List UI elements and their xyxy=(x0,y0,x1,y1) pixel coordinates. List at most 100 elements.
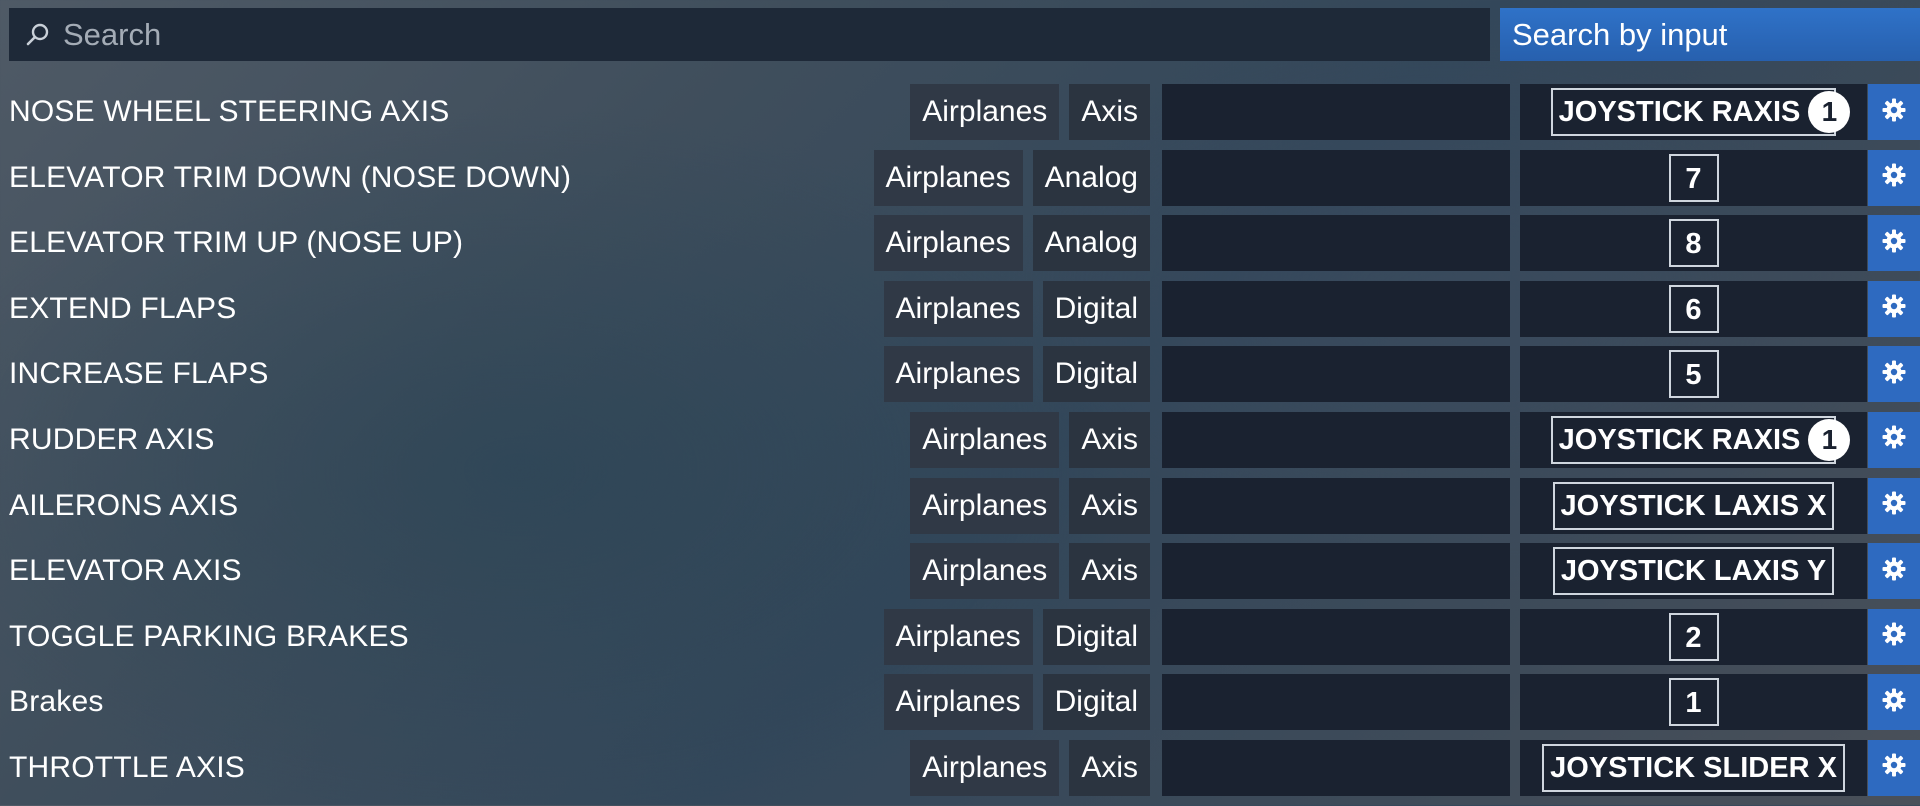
input-binding: 2 xyxy=(1668,612,1719,661)
binding-settings-button[interactable] xyxy=(1868,346,1920,403)
secondary-input-slot[interactable]: JOYSTICK RAXIS 1 xyxy=(1520,411,1867,468)
binding-row[interactable]: EXTEND FLAPS Airplanes Digital 6 xyxy=(0,280,1920,347)
secondary-input-slot[interactable]: 8 xyxy=(1520,215,1867,272)
primary-input-slot[interactable] xyxy=(1162,411,1510,468)
input-binding-label: 1 xyxy=(1685,687,1702,720)
input-binding-label: JOYSTICK RAXIS xyxy=(1558,423,1801,456)
category-tag: Airplanes xyxy=(910,411,1060,468)
action-name: THROTTLE AXIS xyxy=(9,750,245,784)
primary-input-slot[interactable] xyxy=(1162,608,1510,665)
binding-settings-button[interactable] xyxy=(1868,149,1920,206)
primary-input-slot[interactable] xyxy=(1162,215,1510,272)
binding-settings-button[interactable] xyxy=(1868,280,1920,337)
binding-settings-button[interactable] xyxy=(1868,739,1920,796)
primary-input-slot[interactable] xyxy=(1162,346,1510,403)
input-binding: 6 xyxy=(1668,284,1719,333)
binding-settings-button[interactable] xyxy=(1868,543,1920,600)
primary-input-slot[interactable] xyxy=(1162,674,1510,731)
input-binding: JOYSTICK LAXIS Y xyxy=(1552,547,1835,596)
binding-settings-button[interactable] xyxy=(1868,84,1920,140)
binding-settings-button[interactable] xyxy=(1868,674,1920,731)
secondary-input-slot[interactable]: 7 xyxy=(1520,149,1867,206)
primary-input-slot[interactable] xyxy=(1162,543,1510,600)
binding-row[interactable]: INCREASE FLAPS Airplanes Digital 5 xyxy=(0,346,1920,412)
binding-row[interactable]: ELEVATOR AXIS Airplanes Axis JOYSTICK LA… xyxy=(0,543,1920,609)
primary-input-slot[interactable] xyxy=(1162,280,1510,337)
input-binding-label: 5 xyxy=(1685,359,1702,392)
secondary-input-slot[interactable]: 1 xyxy=(1520,674,1867,731)
action-name: TOGGLE PARKING BRAKES xyxy=(9,619,409,653)
binding-settings-button[interactable] xyxy=(1868,477,1920,534)
action-tags: Airplanes Analog xyxy=(873,149,1150,206)
action-name: RUDDER AXIS xyxy=(9,422,215,456)
binding-settings-button[interactable] xyxy=(1868,215,1920,272)
input-binding: JOYSTICK RAXIS 1 xyxy=(1550,88,1851,136)
action-tags: Airplanes Axis xyxy=(910,543,1150,600)
input-type-tag: Digital xyxy=(1042,346,1150,403)
input-binding-label: JOYSTICK LAXIS Y xyxy=(1560,555,1827,588)
input-binding-label: JOYSTICK RAXIS xyxy=(1558,96,1801,128)
input-binding-label: JOYSTICK LAXIS X xyxy=(1560,489,1827,522)
input-binding: 5 xyxy=(1668,350,1719,399)
binding-row[interactable]: AILERONS AXIS Airplanes Axis JOYSTICK LA… xyxy=(0,477,1920,544)
search-bar[interactable] xyxy=(9,8,1490,61)
action-name: NOSE WHEEL STEERING AXIS xyxy=(9,95,450,128)
search-by-input-button[interactable]: Search by input xyxy=(1500,8,1920,61)
binding-row[interactable]: TOGGLE PARKING BRAKES Airplanes Digital … xyxy=(0,608,1920,675)
action-tags: Airplanes Axis xyxy=(910,477,1150,534)
binding-row[interactable]: RUDDER AXIS Airplanes Axis JOYSTICK RAXI… xyxy=(0,411,1920,478)
input-type-tag: Digital xyxy=(1042,280,1150,337)
secondary-input-slot[interactable]: JOYSTICK RAXIS 1 xyxy=(1520,84,1867,140)
category-tag: Airplanes xyxy=(883,674,1033,731)
category-tag: Airplanes xyxy=(910,543,1060,600)
secondary-input-slot[interactable]: 6 xyxy=(1520,280,1867,337)
category-tag: Airplanes xyxy=(873,215,1023,272)
gear-icon xyxy=(1881,752,1907,783)
primary-input-slot[interactable] xyxy=(1162,477,1510,534)
gear-icon xyxy=(1881,359,1907,390)
category-tag: Airplanes xyxy=(910,477,1060,534)
action-name: EXTEND FLAPS xyxy=(9,291,237,325)
input-type-tag: Axis xyxy=(1069,477,1150,534)
secondary-input-slot[interactable]: JOYSTICK SLIDER X xyxy=(1520,739,1867,796)
input-binding: JOYSTICK LAXIS X xyxy=(1552,481,1835,530)
category-tag: Airplanes xyxy=(883,280,1033,337)
gear-icon xyxy=(1881,687,1907,718)
input-binding-label: 7 xyxy=(1685,162,1702,195)
primary-input-slot[interactable] xyxy=(1162,84,1510,140)
binding-settings-button[interactable] xyxy=(1868,608,1920,665)
binding-row[interactable]: ELEVATOR TRIM DOWN (NOSE DOWN) Airplanes… xyxy=(0,149,1920,216)
binding-settings-button[interactable] xyxy=(1868,411,1920,468)
secondary-input-slot[interactable]: 2 xyxy=(1520,608,1867,665)
binding-row[interactable]: Brakes Airplanes Digital 1 xyxy=(0,674,1920,740)
binding-row[interactable]: ELEVATOR TRIM UP (NOSE UP) Airplanes Ana… xyxy=(0,215,1920,281)
input-type-tag: Analog xyxy=(1032,215,1150,272)
bindings-list: NOSE WHEEL STEERING AXIS Airplanes Axis … xyxy=(0,84,1920,806)
input-type-tag: Axis xyxy=(1069,84,1150,140)
action-name: AILERONS AXIS xyxy=(9,488,239,522)
secondary-input-slot[interactable]: 5 xyxy=(1520,346,1867,403)
input-type-tag: Axis xyxy=(1069,739,1150,796)
input-binding-label: 6 xyxy=(1685,293,1702,326)
action-name: Brakes xyxy=(9,685,104,719)
secondary-input-slot[interactable]: JOYSTICK LAXIS Y xyxy=(1520,543,1867,600)
input-binding: 1 xyxy=(1668,678,1719,727)
secondary-input-slot[interactable]: JOYSTICK LAXIS X xyxy=(1520,477,1867,534)
primary-input-slot[interactable] xyxy=(1162,149,1510,206)
primary-input-slot[interactable] xyxy=(1162,739,1510,796)
input-binding-label: 2 xyxy=(1685,621,1702,654)
gear-icon xyxy=(1881,490,1907,521)
action-name: ELEVATOR TRIM DOWN (NOSE DOWN) xyxy=(9,160,572,194)
action-tags: Airplanes Analog xyxy=(873,215,1150,272)
binding-row[interactable]: THROTTLE AXIS Airplanes Axis JOYSTICK SL… xyxy=(0,739,1920,806)
gear-icon xyxy=(1881,556,1907,587)
input-binding-label: JOYSTICK SLIDER X xyxy=(1550,751,1837,784)
gear-icon xyxy=(1881,97,1907,128)
binding-row[interactable]: NOSE WHEEL STEERING AXIS Airplanes Axis … xyxy=(0,84,1920,150)
gear-icon xyxy=(1881,293,1907,324)
input-type-tag: Digital xyxy=(1042,674,1150,731)
action-tags: Airplanes Axis xyxy=(910,84,1150,140)
action-name: INCREASE FLAPS xyxy=(9,357,269,391)
input-type-tag: Axis xyxy=(1069,543,1150,600)
search-input[interactable] xyxy=(53,8,1490,61)
